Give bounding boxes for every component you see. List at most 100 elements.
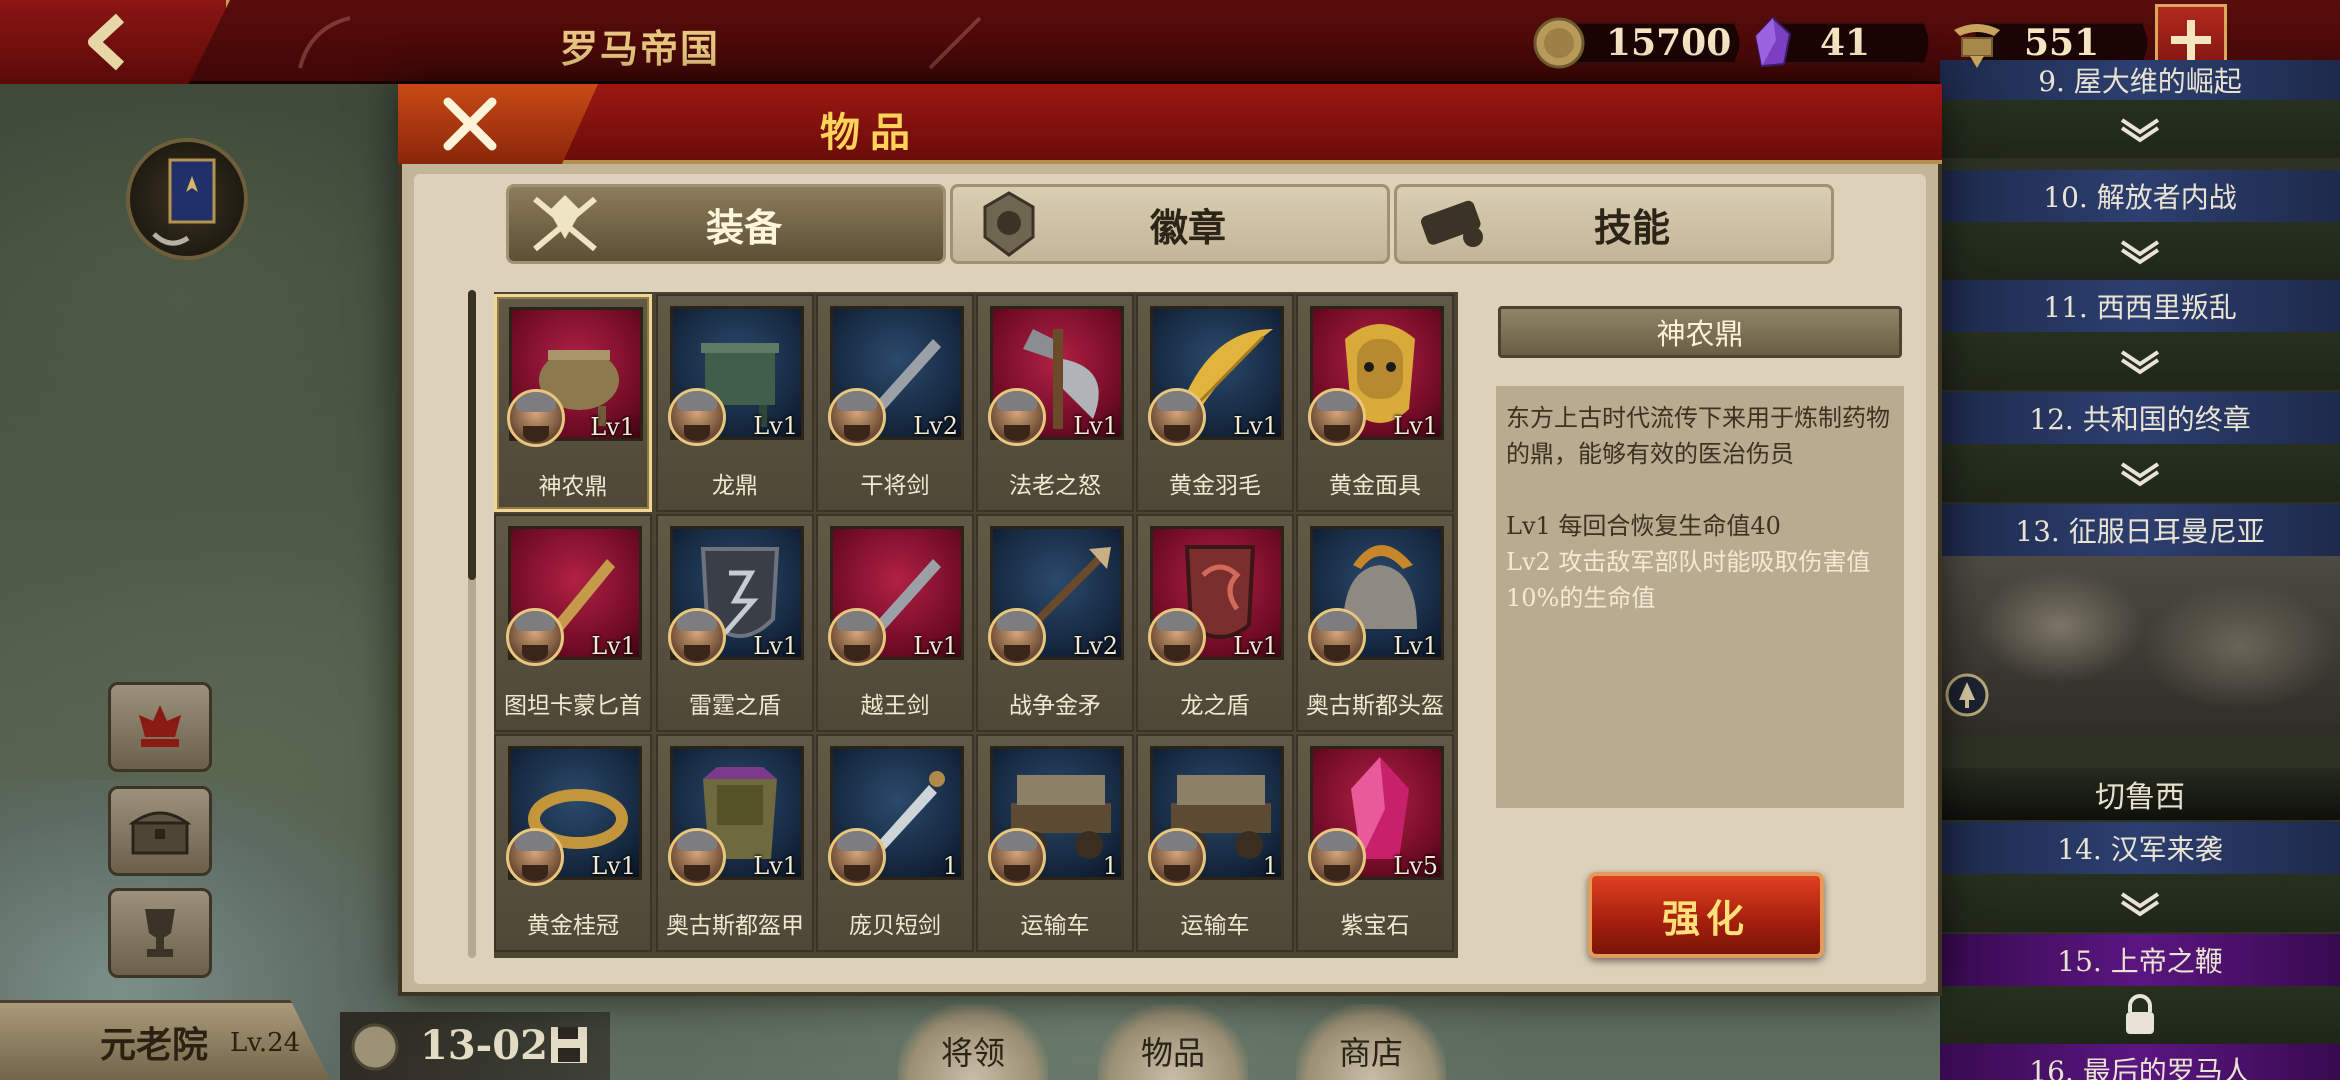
mission-expand-row[interactable] bbox=[1940, 332, 2340, 390]
tab-badges[interactable]: 徽章 bbox=[950, 184, 1390, 264]
item-level: Lv1 bbox=[1233, 632, 1278, 660]
item-cell[interactable]: Lv1 黄金羽毛 bbox=[1136, 294, 1294, 512]
item-level: Lv1 bbox=[590, 413, 635, 441]
item-level: Lv1 bbox=[1073, 412, 1118, 440]
hero-portrait-avatar bbox=[1308, 828, 1366, 886]
item-cell[interactable]: Lv5 紫宝石 bbox=[1296, 734, 1454, 952]
senate-level: Lv.24 bbox=[230, 1028, 301, 1058]
purple-gem-icon bbox=[1754, 16, 1792, 68]
tab-equipment-label: 装备 bbox=[705, 204, 782, 250]
mission-title-12[interactable]: 12. 共和国的终章 bbox=[1940, 392, 2340, 444]
mission-expand-row[interactable] bbox=[1940, 444, 2340, 502]
mission-expand-row[interactable] bbox=[1940, 874, 2340, 932]
chevron-down-icon bbox=[2120, 350, 2160, 375]
item-name: 奥古斯都盔甲 bbox=[666, 913, 804, 939]
mission-title-16[interactable]: 16. 最后的罗马人 bbox=[1940, 1044, 2340, 1080]
item-level: Lv1 bbox=[753, 632, 798, 660]
item-cell[interactable]: Lv1 黄金面具 bbox=[1296, 294, 1454, 512]
item-detail-title: 神农鼎 bbox=[1498, 306, 1902, 358]
mission-title-10[interactable]: 10. 解放者内战 bbox=[1940, 170, 2340, 222]
item-name: 紫宝石 bbox=[1340, 913, 1410, 939]
gem-resource: 41 bbox=[1746, 16, 1930, 68]
item-name: 黄金羽毛 bbox=[1169, 473, 1261, 499]
turn-coin-icon bbox=[351, 1023, 399, 1071]
trophy-button[interactable] bbox=[108, 888, 212, 978]
mission-title-13[interactable]: 13. 征服日耳曼尼亚 bbox=[1940, 504, 2340, 556]
mission-expand-row[interactable] bbox=[1940, 100, 2340, 158]
item-cell[interactable]: Lv1 黄金桂冠 bbox=[494, 734, 652, 952]
item-cell[interactable]: Lv1 图坦卡蒙匕首 bbox=[494, 514, 652, 732]
item-level: Lv2 bbox=[913, 412, 958, 440]
hero-portrait-avatar bbox=[668, 608, 726, 666]
item-level-2-effect: Lv2 攻击敌军部队时能吸取伤害值10%的生命值 bbox=[1506, 548, 1871, 612]
item-cell[interactable]: Lv1 神农鼎 bbox=[494, 294, 652, 512]
enhance-button[interactable]: 强化 bbox=[1588, 872, 1824, 958]
treasure-chest-button[interactable] bbox=[108, 786, 212, 876]
mission-title-11[interactable]: 11. 西西里叛乱 bbox=[1940, 280, 2340, 332]
save-icon[interactable] bbox=[548, 1024, 590, 1066]
empire-name: 罗马帝国 bbox=[560, 26, 721, 71]
tree-emblem-icon bbox=[1945, 673, 1989, 717]
item-name: 龙之盾 bbox=[1180, 693, 1250, 719]
back-arrow-icon bbox=[88, 13, 125, 71]
item-level: 1 bbox=[1102, 852, 1118, 880]
item-level: 1 bbox=[1262, 852, 1278, 880]
item-cell[interactable]: 1 运输车 bbox=[976, 734, 1134, 952]
item-cell[interactable]: Lv2 战争金矛 bbox=[976, 514, 1134, 732]
hero-portrait-avatar bbox=[828, 608, 886, 666]
item-level: Lv1 bbox=[1393, 632, 1438, 660]
item-cell[interactable]: 1 运输车 bbox=[1136, 734, 1294, 952]
coin-icon bbox=[1533, 17, 1585, 69]
scrollbar-thumb[interactable] bbox=[468, 290, 476, 580]
item-name: 干将剑 bbox=[860, 473, 930, 499]
dialog-header bbox=[398, 84, 1942, 164]
turn-counter: 13-02 bbox=[420, 1022, 548, 1069]
laurel-decoration-icon bbox=[928, 16, 982, 70]
item-cell[interactable]: Lv1 雷霆之盾 bbox=[656, 514, 814, 732]
tab-skills[interactable]: 技能 bbox=[1394, 184, 1834, 264]
item-cell[interactable]: 1 庞贝短剑 bbox=[816, 734, 974, 952]
item-level: Lv5 bbox=[1393, 852, 1438, 880]
hero-portrait-avatar bbox=[828, 828, 886, 886]
trophy-icon bbox=[145, 909, 175, 957]
coin-resource: 15700 bbox=[1532, 17, 1741, 69]
item-level: Lv1 bbox=[753, 412, 798, 440]
hero-portrait-avatar bbox=[1148, 388, 1206, 446]
item-cell[interactable]: Lv2 干将剑 bbox=[816, 294, 974, 512]
hero-portrait-avatar bbox=[668, 828, 726, 886]
mission-expand-row[interactable] bbox=[1940, 222, 2340, 280]
item-name: 战争金矛 bbox=[1009, 693, 1101, 719]
dialog-title: 物品 bbox=[820, 109, 920, 156]
item-name: 龙鼎 bbox=[712, 473, 758, 499]
hero-portrait-avatar bbox=[988, 828, 1046, 886]
mission-title-14[interactable]: 14. 汉军来袭 bbox=[1940, 822, 2340, 874]
item-cell[interactable]: Lv1 龙鼎 bbox=[656, 294, 814, 512]
item-name: 运输车 bbox=[1020, 913, 1090, 939]
nav-tab-shop[interactable]: 商店 bbox=[1296, 1004, 1446, 1080]
item-cell[interactable]: Lv1 越王剑 bbox=[816, 514, 974, 732]
item-cell[interactable]: Lv1 龙之盾 bbox=[1136, 514, 1294, 732]
laurel-crest-button[interactable] bbox=[108, 682, 212, 772]
item-name: 越王剑 bbox=[860, 693, 930, 719]
item-cell[interactable]: Lv1 奥古斯都盔甲 bbox=[656, 734, 814, 952]
hero-portrait-avatar bbox=[506, 828, 564, 886]
hero-portrait-avatar bbox=[1148, 828, 1206, 886]
mission-locked-row bbox=[1940, 986, 2340, 1044]
item-level: Lv2 bbox=[1073, 632, 1118, 660]
nav-tab-generals[interactable]: 将领 bbox=[898, 1004, 1048, 1080]
plus-icon bbox=[2171, 20, 2211, 60]
chevron-down-icon bbox=[2120, 892, 2160, 917]
nav-tab-items[interactable]: 物品 bbox=[1098, 1004, 1248, 1080]
mission-list[interactable]: 9. 屋大维的崛起 10. 解放者内战 11. 西西里叛乱 12. 共和国的终章… bbox=[1940, 60, 2340, 1080]
tab-equipment[interactable]: 装备 bbox=[506, 184, 946, 264]
item-cell[interactable]: Lv1 法老之怒 bbox=[976, 294, 1134, 512]
hero-portrait-avatar bbox=[1308, 388, 1366, 446]
senate-label: 元老院 bbox=[100, 1024, 209, 1066]
item-cell[interactable]: Lv1 奥古斯都头盔 bbox=[1296, 514, 1454, 732]
policy-book-button[interactable] bbox=[126, 138, 248, 260]
tab-badges-label: 徽章 bbox=[1149, 204, 1226, 250]
hero-portrait-avatar bbox=[1308, 608, 1366, 666]
mission-title-15[interactable]: 15. 上帝之鞭 bbox=[1940, 934, 2340, 986]
mission-13-artwork[interactable] bbox=[1940, 556, 2340, 736]
item-level: Lv1 bbox=[913, 632, 958, 660]
